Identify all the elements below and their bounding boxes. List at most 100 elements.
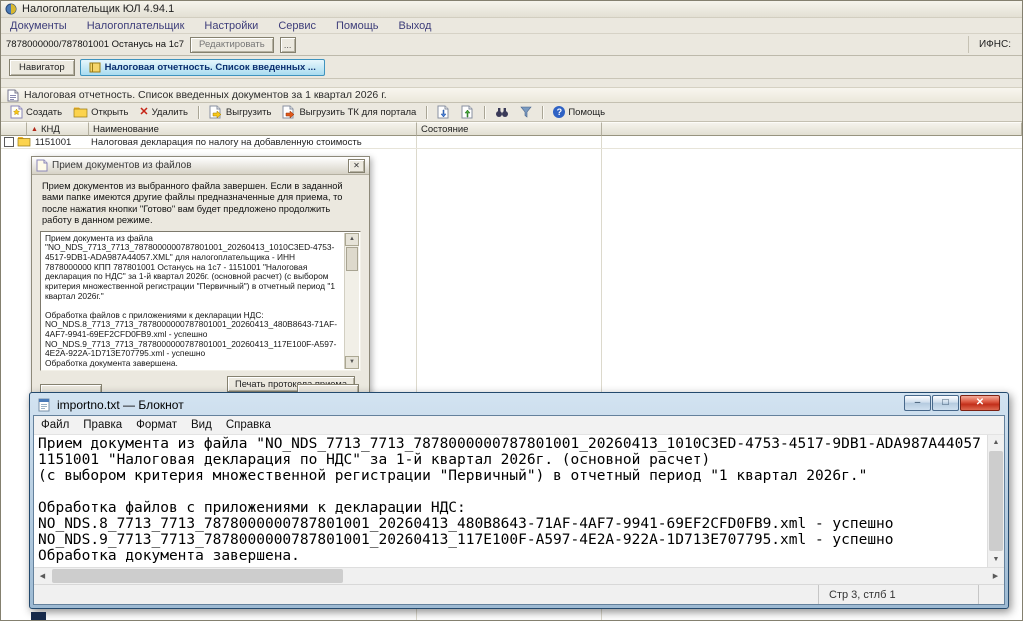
tab-label: Налоговая отчетность. Список введенных .… [104, 61, 316, 73]
navigator-button[interactable]: Навигатор [9, 58, 75, 76]
filter-funnel-icon [520, 106, 532, 118]
maximize-button[interactable]: □ [932, 395, 959, 411]
tab-strip: Навигатор Налоговая отчетность. Список в… [1, 56, 1022, 79]
log-line: NO_NDS.9_7713_7713_7878000000787801001_2… [45, 338, 337, 359]
scrollbar-thumb[interactable] [346, 246, 358, 271]
filter-button[interactable] [516, 104, 536, 121]
export-tk-label: Выгрузить ТК для портала [299, 106, 417, 118]
dialog-log-scrollbar[interactable]: ▲ ▼ [344, 232, 359, 369]
delete-x-icon: ✕ [139, 106, 149, 118]
notepad-body: Файл Правка Формат Вид Справка Прием док… [33, 415, 1005, 605]
notepad-titlebar[interactable]: importno.txt — Блокнот [30, 393, 1008, 414]
header-empty-column [602, 122, 1022, 136]
window-corner-fragment [31, 612, 46, 620]
export-button[interactable]: Выгрузить [205, 104, 276, 121]
create-button[interactable]: Создать [6, 104, 66, 121]
notepad-menu-help[interactable]: Справка [219, 419, 278, 431]
notepad-menu-edit[interactable]: Правка [76, 419, 129, 431]
app-titlebar[interactable]: Налогоплательщик ЮЛ 4.94.1 [1, 1, 1022, 18]
app-window: Налогоплательщик ЮЛ 4.94.1 Документы Нал… [0, 0, 1023, 621]
create-label: Создать [26, 106, 63, 118]
menubar: Документы Налогоплательщик Настройки Сер… [1, 18, 1022, 34]
toolbar-separator [542, 105, 544, 119]
scroll-right-icon[interactable]: ▶ [987, 568, 1004, 584]
header-knd-column[interactable]: ▲ КНД [27, 122, 89, 136]
dialog-titlebar[interactable]: Прием документов из файлов ✕ [32, 157, 369, 175]
vertical-scrollbar[interactable]: ▲ ▼ [987, 435, 1004, 567]
notebook-icon [89, 61, 101, 73]
open-folder-icon [73, 106, 88, 118]
scroll-up-icon[interactable]: ▲ [345, 232, 359, 246]
header-name-column[interactable]: Наименование [89, 122, 417, 136]
section-header: Налоговая отчетность. Список введенных д… [1, 87, 1022, 103]
scroll-left-icon[interactable]: ◀ [34, 568, 51, 584]
minimize-button[interactable]: – [904, 395, 931, 411]
receive-file-button[interactable] [457, 104, 478, 121]
header-state-column[interactable]: Состояние [417, 122, 602, 136]
menu-settings[interactable]: Настройки [204, 20, 258, 32]
more-button[interactable]: ... [279, 36, 296, 53]
dialog-icon [36, 159, 48, 172]
scroll-up-icon[interactable]: ▲ [988, 435, 1004, 450]
section-title: Налоговая отчетность. Список введенных д… [24, 89, 387, 101]
app-icon [5, 3, 17, 15]
resize-grip[interactable] [978, 585, 1004, 604]
notepad-menu-format[interactable]: Формат [129, 419, 184, 431]
row-knd: 1151001 [35, 137, 72, 148]
notepad-text-area[interactable]: Прием документа из файла "NO_NDS_7713_77… [34, 435, 1004, 567]
folder-icon [17, 136, 31, 147]
header-name-label: Наименование [93, 123, 159, 135]
text-line: Обработка документа завершена. [38, 548, 300, 564]
header-select-column[interactable] [1, 122, 27, 136]
dialog-intro-text: Прием документов из выбранного файла зав… [42, 181, 343, 226]
load-file-icon [437, 105, 450, 119]
log-line: "NO_NDS_7713_7713_7878000000787801001_20… [45, 242, 338, 301]
load-file-button[interactable] [433, 104, 454, 121]
close-button[interactable]: ✕ [960, 395, 1000, 411]
menu-taxpayer[interactable]: Налогоплательщик [87, 20, 185, 32]
log-line: Обработка документа завершена. [45, 358, 178, 368]
notepad-menu-view[interactable]: Вид [184, 419, 219, 431]
row-name: Налоговая декларация по налогу на добавл… [91, 137, 362, 148]
search-button[interactable] [491, 104, 513, 121]
notepad-menu-file[interactable]: Файл [34, 419, 76, 431]
sort-asc-icon: ▲ [31, 125, 38, 133]
row-checkbox[interactable] [4, 137, 14, 147]
menu-exit[interactable]: Выход [399, 20, 432, 32]
window-controls: – □ ✕ [904, 395, 1000, 411]
org-toolbar: 7878000000/787801001 Останусь на 1с7 Ред… [1, 34, 1022, 56]
export-icon [209, 105, 223, 119]
receive-file-icon [461, 105, 474, 119]
notepad-menubar: Файл Правка Формат Вид Справка [34, 416, 1004, 435]
header-state-label: Состояние [421, 123, 469, 135]
scroll-down-icon[interactable]: ▼ [988, 552, 1004, 567]
toolbar-separator [197, 105, 199, 119]
menu-service[interactable]: Сервис [278, 20, 316, 32]
open-button[interactable]: Открыть [69, 104, 132, 121]
scrollbar-thumb[interactable] [989, 451, 1003, 551]
horizontal-scrollbar[interactable]: ◀ ▶ [34, 567, 1004, 584]
org-selector[interactable]: 7878000000/787801001 Останусь на 1с7 [6, 39, 184, 50]
help-button[interactable]: ? Помощь [549, 104, 609, 121]
toolbar-separator [426, 105, 428, 119]
edit-button[interactable]: Редактировать [190, 36, 274, 53]
cursor-position-status: Стр 3, стлб 1 [818, 585, 978, 604]
notepad-text: Прием документа из файла "NO_NDS_7713_77… [34, 435, 987, 567]
delete-button[interactable]: ✕ Удалить [135, 104, 192, 121]
notepad-icon [37, 398, 51, 412]
binoculars-icon [495, 107, 509, 118]
text-line: 1151001 "Налоговая декларация по НДС" за… [38, 452, 711, 468]
menu-help[interactable]: Помощь [336, 20, 379, 32]
text-line: Обработка файлов с приложениями к деклар… [38, 500, 466, 516]
status-spacer [34, 585, 818, 604]
menu-documents[interactable]: Документы [10, 20, 67, 32]
text-line: NO_NDS.9_7713_7713_7878000000787801001_2… [38, 532, 894, 548]
tab-tax-reporting[interactable]: Налоговая отчетность. Список введенных .… [79, 58, 325, 76]
export-tk-button[interactable]: Выгрузить ТК для портала [278, 104, 420, 121]
table-row[interactable]: 1151001 Налоговая декларация по налогу н… [1, 136, 1022, 149]
scroll-down-icon[interactable]: ▼ [345, 355, 359, 369]
help-icon: ? [553, 106, 566, 118]
scrollbar-thumb[interactable] [52, 569, 343, 583]
text-line: (с выбором критерия множественной регист… [38, 468, 868, 484]
dialog-close-button[interactable]: ✕ [348, 158, 365, 173]
